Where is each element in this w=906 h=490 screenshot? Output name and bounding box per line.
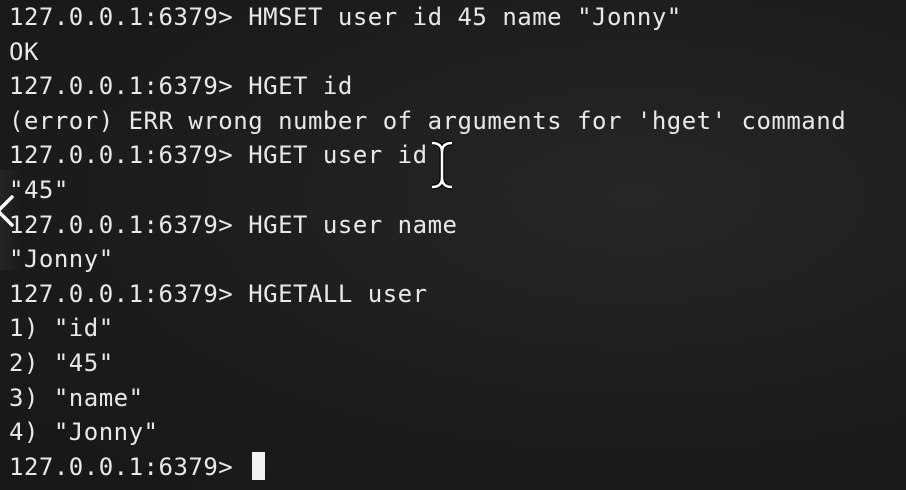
terminal-window[interactable]: 127.0.0.1:6379> HMSET user id 45 name "J… — [0, 0, 906, 490]
terminal-line: OK — [9, 37, 39, 66]
chevron-left-icon[interactable] — [0, 194, 16, 228]
terminal-line: 2) "45" — [9, 348, 114, 377]
terminal-line: 127.0.0.1:6379> HGET user name — [9, 210, 458, 239]
terminal-line: 127.0.0.1:6379> HGET id — [9, 72, 353, 101]
terminal-input-line[interactable]: 127.0.0.1:6379> — [9, 450, 846, 485]
terminal-line: 4) "Jonny" — [9, 418, 159, 447]
terminal-line: "Jonny" — [9, 245, 114, 274]
terminal-prompt: 127.0.0.1:6379> — [9, 452, 249, 481]
terminal-line: 127.0.0.1:6379> HMSET user id 45 name "J… — [9, 3, 682, 31]
terminal-line: 1) "id" — [9, 314, 114, 343]
terminal-output: 127.0.0.1:6379> HMSET user id 45 name "J… — [9, 0, 846, 484]
terminal-line: (error) ERR wrong number of arguments fo… — [9, 106, 847, 135]
i-beam-cursor-icon — [431, 140, 453, 190]
terminal-line: 127.0.0.1:6379> HGETALL user — [9, 279, 428, 308]
terminal-line: 3) "name" — [9, 383, 144, 412]
text-cursor-block — [252, 451, 266, 480]
